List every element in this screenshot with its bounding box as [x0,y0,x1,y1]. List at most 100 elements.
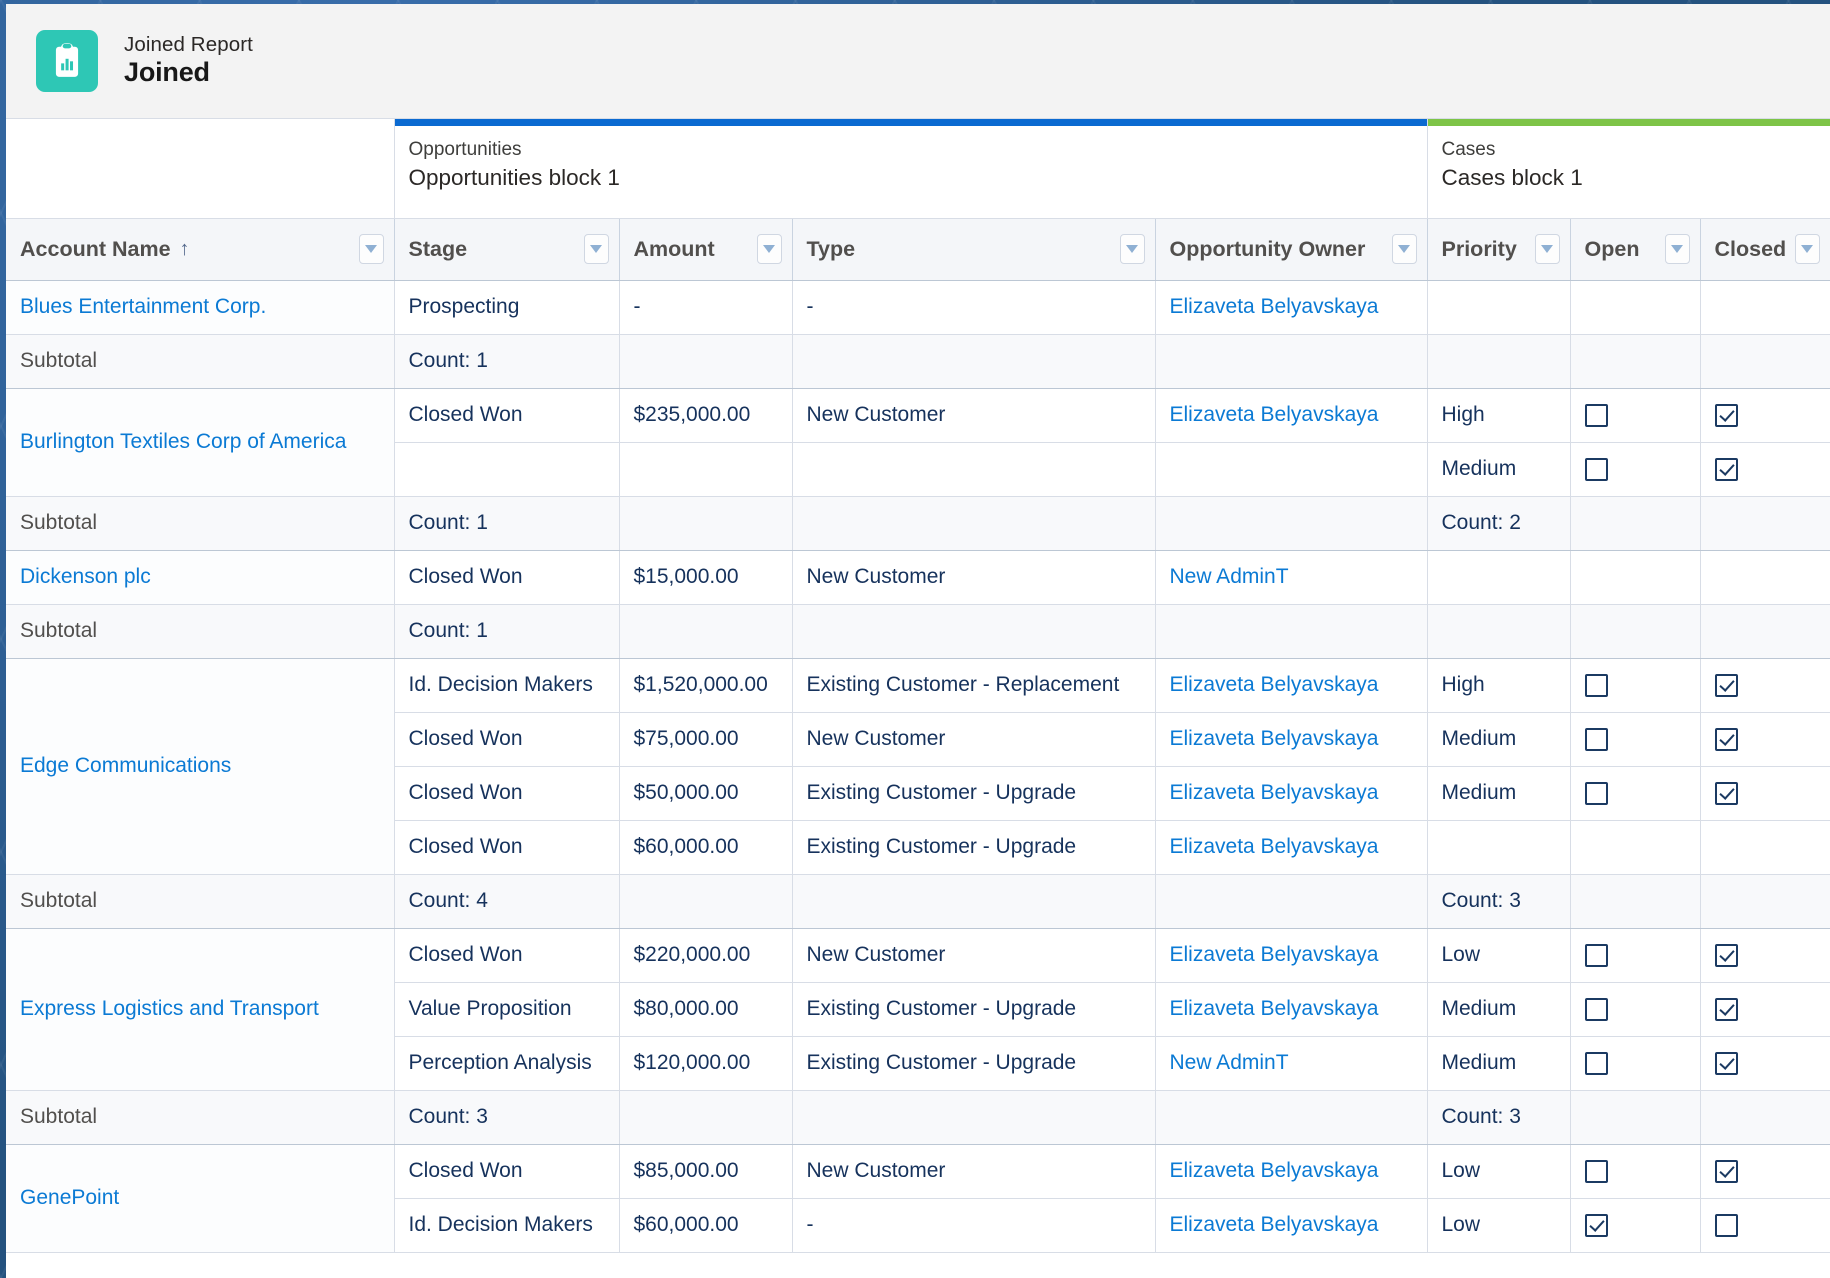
checkbox-checked-icon[interactable] [1714,673,1738,697]
cell-closed[interactable] [1700,928,1830,983]
cell-subtotal-priority-count [1426,333,1571,389]
column-header-type[interactable]: Type [792,217,1156,281]
checkbox-unchecked-icon[interactable] [1584,673,1608,697]
cell-subtotal-amount [619,603,793,659]
block-opportunities[interactable]: Opportunities Opportunities block 1 [393,119,1428,219]
sort-ascending-icon[interactable]: ↑ [180,238,190,261]
checkbox-unchecked-icon[interactable] [1584,1051,1608,1075]
cell-open[interactable] [1570,658,1701,713]
account-name-link[interactable]: Edge Communications [20,754,231,777]
cell-open[interactable] [1570,982,1701,1037]
opportunity-owner-link[interactable]: Elizaveta Belyavskaya [1170,673,1379,696]
cell-stage: Id. Decision Makers [394,658,620,713]
account-name-link[interactable]: Blues Entertainment Corp. [20,295,266,318]
checkbox-unchecked-icon[interactable] [1584,727,1608,751]
cell-open[interactable] [1570,1198,1701,1253]
cell-open[interactable] [1570,766,1701,821]
report-table-scroll[interactable]: Opportunities Opportunities block 1 Case… [6,119,1830,1277]
column-label-amount: Amount [633,236,715,261]
cell-opportunity-owner: New AdminT [1155,550,1428,605]
opportunity-owner-link[interactable]: Elizaveta Belyavskaya [1170,403,1379,426]
cell-closed[interactable] [1700,982,1830,1037]
cell-opportunity-owner: Elizaveta Belyavskaya [1155,712,1428,767]
column-header-amount[interactable]: Amount [619,217,793,281]
column-menu-amount-icon[interactable] [756,234,782,264]
cell-open[interactable] [1570,442,1701,497]
column-header-open[interactable]: Open [1570,217,1701,281]
block-cases[interactable]: Cases Cases block 1 [1426,119,1830,219]
column-menu-account-name-icon[interactable] [358,234,384,264]
cell-type: New Customer [792,928,1156,983]
checkbox-unchecked-icon[interactable] [1584,781,1608,805]
column-menu-open-icon[interactable] [1664,234,1690,264]
opportunity-owner-link[interactable]: Elizaveta Belyavskaya [1170,997,1379,1020]
checkbox-unchecked-icon[interactable] [1584,403,1608,427]
column-menu-stage-icon[interactable] [583,234,609,264]
column-header-account-name[interactable]: Account Name ↑ [6,217,395,281]
cell-stage: Closed Won [394,820,620,875]
block-name-label: Opportunities block 1 [408,164,620,190]
cell-open[interactable] [1570,1036,1701,1091]
cell-priority: Low [1426,1144,1571,1199]
account-name-link[interactable]: Burlington Textiles Corp of America [20,430,346,453]
opportunity-owner-link[interactable]: New AdminT [1170,565,1289,588]
checkbox-checked-icon[interactable] [1714,727,1738,751]
checkbox-checked-icon[interactable] [1714,781,1738,805]
column-menu-type-icon[interactable] [1119,234,1145,264]
column-header-priority[interactable]: Priority [1427,217,1571,281]
opportunity-owner-link[interactable]: Elizaveta Belyavskaya [1170,781,1379,804]
cell-open[interactable] [1570,712,1701,767]
checkbox-checked-icon[interactable] [1714,943,1738,967]
account-name-link[interactable]: Dickenson plc [20,565,151,588]
column-menu-opportunity-owner-icon[interactable] [1391,234,1417,264]
column-label-opportunity-owner: Opportunity Owner [1169,236,1366,261]
opportunity-owner-link[interactable]: New AdminT [1170,1051,1289,1074]
cell-subtotal-label: Subtotal [6,495,395,551]
checkbox-unchecked-icon[interactable] [1584,457,1608,481]
cell-open[interactable] [1570,1144,1701,1199]
checkbox-unchecked-icon[interactable] [1584,943,1608,967]
cell-closed[interactable] [1700,1144,1830,1199]
cell-priority: High [1426,388,1571,443]
column-header-stage[interactable]: Stage [394,217,620,281]
checkbox-unchecked-icon[interactable] [1714,1213,1738,1237]
checkbox-unchecked-icon[interactable] [1584,1159,1608,1183]
cell-open[interactable] [1570,388,1701,443]
cell-closed[interactable] [1700,442,1830,497]
column-menu-closed-icon[interactable] [1794,234,1820,264]
block-banner-row: Opportunities Opportunities block 1 Case… [6,119,1830,219]
column-menu-priority-icon[interactable] [1534,234,1560,264]
column-label-type: Type [806,236,856,261]
checkbox-checked-icon[interactable] [1714,457,1738,481]
checkbox-unchecked-icon[interactable] [1584,997,1608,1021]
account-name-link[interactable]: GenePoint [20,1186,119,1209]
opportunity-owner-link[interactable]: Elizaveta Belyavskaya [1170,727,1379,750]
cell-account-name: Express Logistics and Transport [6,928,395,1091]
checkbox-checked-icon[interactable] [1714,1159,1738,1183]
account-name-link[interactable]: Express Logistics and Transport [20,997,319,1020]
cell-opportunity-owner: Elizaveta Belyavskaya [1155,280,1428,335]
checkbox-checked-icon[interactable] [1584,1213,1608,1237]
opportunity-owner-link[interactable]: Elizaveta Belyavskaya [1170,1159,1379,1182]
cell-closed[interactable] [1700,388,1830,443]
cell-opportunity-owner: Elizaveta Belyavskaya [1155,658,1428,713]
cell-opportunity-owner: Elizaveta Belyavskaya [1155,1198,1428,1253]
opportunity-owner-link[interactable]: Elizaveta Belyavskaya [1170,295,1379,318]
column-header-closed[interactable]: Closed [1700,217,1830,281]
opportunity-owner-link[interactable]: Elizaveta Belyavskaya [1170,835,1379,858]
cell-subtotal-open [1570,873,1701,929]
checkbox-checked-icon[interactable] [1714,403,1738,427]
cell-closed[interactable] [1700,766,1830,821]
column-header-opportunity-owner[interactable]: Opportunity Owner [1155,217,1428,281]
cell-account-name: Edge Communications [6,658,395,875]
checkbox-checked-icon[interactable] [1714,997,1738,1021]
cell-closed[interactable] [1700,658,1830,713]
cell-closed[interactable] [1700,1036,1830,1091]
checkbox-checked-icon[interactable] [1714,1051,1738,1075]
opportunity-owner-link[interactable]: Elizaveta Belyavskaya [1170,1213,1379,1236]
cell-closed[interactable] [1700,1198,1830,1253]
cell-opportunity-owner: Elizaveta Belyavskaya [1155,982,1428,1037]
cell-closed[interactable] [1700,712,1830,767]
opportunity-owner-link[interactable]: Elizaveta Belyavskaya [1170,943,1379,966]
cell-open[interactable] [1570,928,1701,983]
